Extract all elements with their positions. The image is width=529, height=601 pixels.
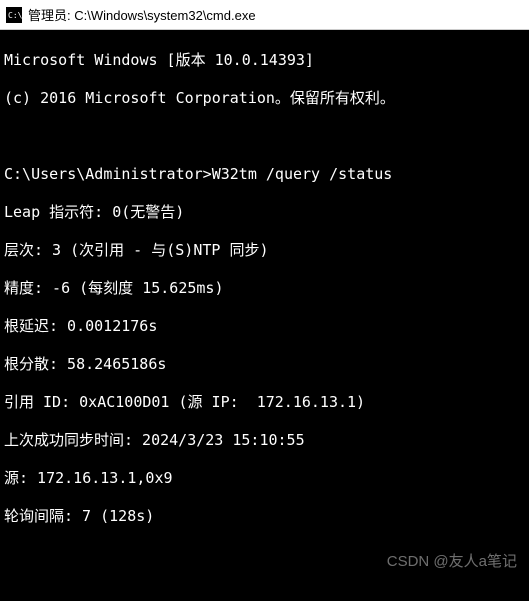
prompt: C:\Users\Administrator>: [4, 165, 212, 183]
blank-line: [4, 583, 525, 601]
output-line: 源: 172.16.13.1,0x9: [4, 469, 525, 488]
output-line: 上次成功同步时间: 2024/3/23 15:10:55: [4, 431, 525, 450]
cmd-icon: C:\: [6, 7, 22, 23]
output-line: 引用 ID: 0xAC100D01 (源 IP: 172.16.13.1): [4, 393, 525, 412]
version-line: Microsoft Windows [版本 10.0.14393]: [4, 51, 525, 70]
copyright-line: (c) 2016 Microsoft Corporation。保留所有权利。: [4, 89, 525, 108]
blank-line: [4, 127, 525, 146]
output-line: Leap 指示符: 0(无警告): [4, 203, 525, 222]
output-line: 根分散: 58.2465186s: [4, 355, 525, 374]
command-line-1: C:\Users\Administrator>W32tm /query /sta…: [4, 165, 525, 184]
window-titlebar[interactable]: C:\ 管理员: C:\Windows\system32\cmd.exe: [0, 0, 529, 30]
output-line: 精度: -6 (每刻度 15.625ms): [4, 279, 525, 298]
output-line: 根延迟: 0.0012176s: [4, 317, 525, 336]
output-line: 层次: 3 (次引用 - 与(S)NTP 同步): [4, 241, 525, 260]
svg-text:C:\: C:\: [8, 11, 22, 20]
terminal-area[interactable]: Microsoft Windows [版本 10.0.14393] (c) 20…: [0, 30, 529, 601]
output-line: 轮询间隔: 7 (128s): [4, 507, 525, 526]
window-title: 管理员: C:\Windows\system32\cmd.exe: [28, 5, 256, 24]
command-text: W32tm /query /status: [212, 165, 393, 183]
blank-line: [4, 545, 525, 564]
